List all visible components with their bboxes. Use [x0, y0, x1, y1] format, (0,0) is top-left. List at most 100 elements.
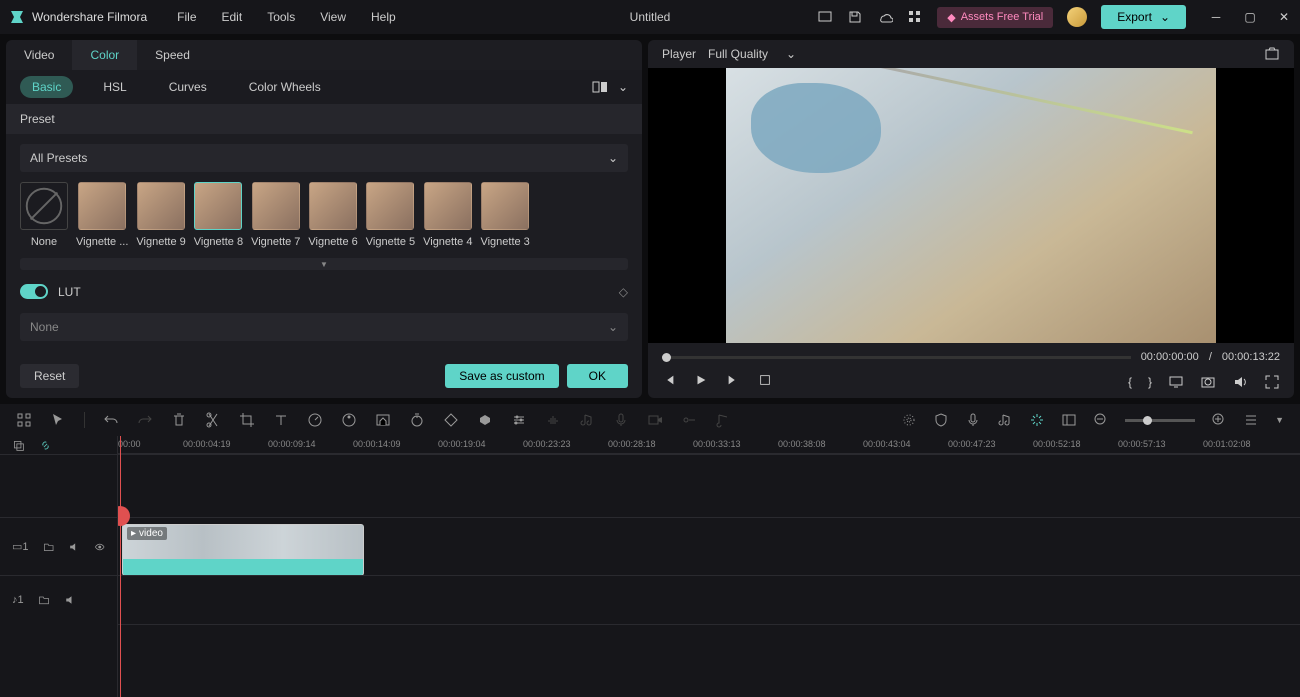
track-video[interactable]: ▸video	[118, 517, 1300, 575]
lut-dropdown[interactable]: None ⌄	[20, 313, 628, 341]
preset-vignette-7[interactable]: Vignette 7	[251, 182, 300, 248]
crop-icon[interactable]	[239, 412, 255, 428]
apps-icon[interactable]	[907, 9, 923, 25]
subtab-basic[interactable]: Basic	[20, 76, 73, 98]
video-clip[interactable]: ▸video	[122, 524, 364, 576]
display-icon[interactable]	[1168, 374, 1184, 390]
play-icon[interactable]	[694, 373, 708, 390]
voice-icon[interactable]	[613, 412, 629, 428]
expand-presets[interactable]: ▼	[20, 258, 628, 270]
shield-icon[interactable]	[933, 412, 949, 428]
subtab-hsl[interactable]: HSL	[91, 76, 138, 98]
split-icon[interactable]	[205, 412, 221, 428]
menu-file[interactable]: File	[177, 10, 196, 24]
mark-in-icon[interactable]: {	[1128, 375, 1132, 389]
save-as-custom-button[interactable]: Save as custom	[445, 364, 558, 388]
menu-edit[interactable]: Edit	[222, 10, 243, 24]
preset-dropdown[interactable]: All Presets ⌄	[20, 144, 628, 172]
scrub-bar[interactable]: 00:00:00:00 / 00:00:13:22	[662, 351, 1280, 363]
screen-icon[interactable]	[817, 9, 833, 25]
cursor-icon[interactable]	[50, 412, 66, 428]
text-icon[interactable]	[273, 412, 289, 428]
color-icon[interactable]	[341, 412, 357, 428]
music-icon[interactable]	[997, 412, 1013, 428]
track-audio[interactable]	[118, 575, 1300, 624]
duration-icon[interactable]	[409, 412, 425, 428]
profile-avatar[interactable]	[1067, 7, 1087, 27]
zoom-out-icon[interactable]	[1093, 412, 1109, 428]
preset-vignette-3[interactable]: Vignette 3	[480, 182, 529, 248]
subtab-curves[interactable]: Curves	[157, 76, 219, 98]
motion-icon[interactable]	[681, 412, 697, 428]
stop-icon[interactable]	[758, 373, 772, 390]
playhead[interactable]	[120, 436, 121, 697]
compare-icon[interactable]	[592, 79, 608, 95]
close-icon[interactable]: ✕	[1276, 9, 1292, 25]
green-screen-icon[interactable]	[375, 412, 391, 428]
prev-frame-icon[interactable]	[662, 373, 676, 390]
reset-button[interactable]: Reset	[20, 364, 79, 388]
quality-dropdown[interactable]: Full Quality ⌄	[708, 47, 796, 61]
menu-help[interactable]: Help	[371, 10, 396, 24]
mask-icon[interactable]	[477, 412, 493, 428]
preview-viewport[interactable]	[648, 68, 1294, 343]
chevron-down-icon[interactable]: ▼	[1275, 415, 1284, 425]
mixer-icon[interactable]	[1061, 412, 1077, 428]
keyframe-tool-icon[interactable]	[443, 412, 459, 428]
ok-button[interactable]: OK	[567, 364, 628, 388]
menu-view[interactable]: View	[320, 10, 346, 24]
lut-toggle[interactable]	[20, 284, 48, 299]
preset-vignette-4[interactable]: Vignette 4	[423, 182, 472, 248]
time-ruler[interactable]: 00:00 00:00:04:19 00:00:09:14 00:00:14:0…	[118, 436, 1300, 454]
tab-color[interactable]: Color	[72, 40, 137, 70]
audio-sync-icon[interactable]	[545, 412, 561, 428]
redo-icon[interactable]	[137, 412, 153, 428]
cloud-icon[interactable]	[877, 9, 893, 25]
track-empty[interactable]	[118, 454, 1300, 517]
save-icon[interactable]	[847, 9, 863, 25]
timeline-tracks[interactable]: 00:00 00:00:04:19 00:00:09:14 00:00:14:0…	[118, 436, 1300, 697]
preset-vignette-5[interactable]: Vignette 5	[366, 182, 415, 248]
folder-icon[interactable]	[43, 541, 54, 553]
preset-vignette[interactable]: Vignette ...	[76, 182, 128, 248]
folder-icon[interactable]	[38, 594, 50, 606]
audio-beat-icon[interactable]	[715, 412, 731, 428]
fullscreen-icon[interactable]	[1264, 374, 1280, 390]
select-icon[interactable]	[16, 412, 32, 428]
zoom-in-icon[interactable]	[1211, 412, 1227, 428]
mark-out-icon[interactable]: }	[1148, 375, 1152, 389]
camera-icon[interactable]	[1200, 374, 1216, 390]
delete-icon[interactable]	[171, 412, 187, 428]
track-extra[interactable]	[118, 624, 1300, 673]
export-button[interactable]: Export⌄	[1101, 5, 1186, 29]
assets-free-trial-button[interactable]: ◆Assets Free Trial	[937, 7, 1053, 28]
link-icon[interactable]	[39, 439, 52, 452]
preset-vignette-8[interactable]: Vignette 8	[194, 182, 243, 248]
tab-video[interactable]: Video	[6, 40, 72, 70]
minimize-icon[interactable]: ─	[1208, 9, 1224, 25]
adjust-icon[interactable]	[511, 412, 527, 428]
marker-icon[interactable]	[901, 412, 917, 428]
keyframe-icon[interactable]: ◇	[619, 285, 628, 299]
eye-icon[interactable]	[94, 541, 105, 553]
zoom-slider[interactable]	[1125, 419, 1195, 422]
maximize-icon[interactable]: ▢	[1242, 9, 1258, 25]
render-icon[interactable]	[1029, 412, 1045, 428]
mute-icon[interactable]	[64, 594, 76, 606]
tab-speed[interactable]: Speed	[137, 40, 208, 70]
menu-tools[interactable]: Tools	[267, 10, 295, 24]
next-frame-icon[interactable]	[726, 373, 740, 390]
undo-icon[interactable]	[103, 412, 119, 428]
copy-icon[interactable]	[12, 439, 25, 452]
mute-icon[interactable]	[68, 541, 79, 553]
snapshot-icon[interactable]	[1264, 46, 1280, 62]
chevron-down-icon[interactable]: ⌄	[618, 80, 628, 94]
list-icon[interactable]	[1243, 412, 1259, 428]
record-icon[interactable]	[647, 412, 663, 428]
mic-icon[interactable]	[965, 412, 981, 428]
preset-none[interactable]: None	[20, 182, 68, 248]
preset-vignette-6[interactable]: Vignette 6	[308, 182, 357, 248]
detach-audio-icon[interactable]	[579, 412, 595, 428]
subtab-color-wheels[interactable]: Color Wheels	[237, 76, 333, 98]
speed-icon[interactable]	[307, 412, 323, 428]
